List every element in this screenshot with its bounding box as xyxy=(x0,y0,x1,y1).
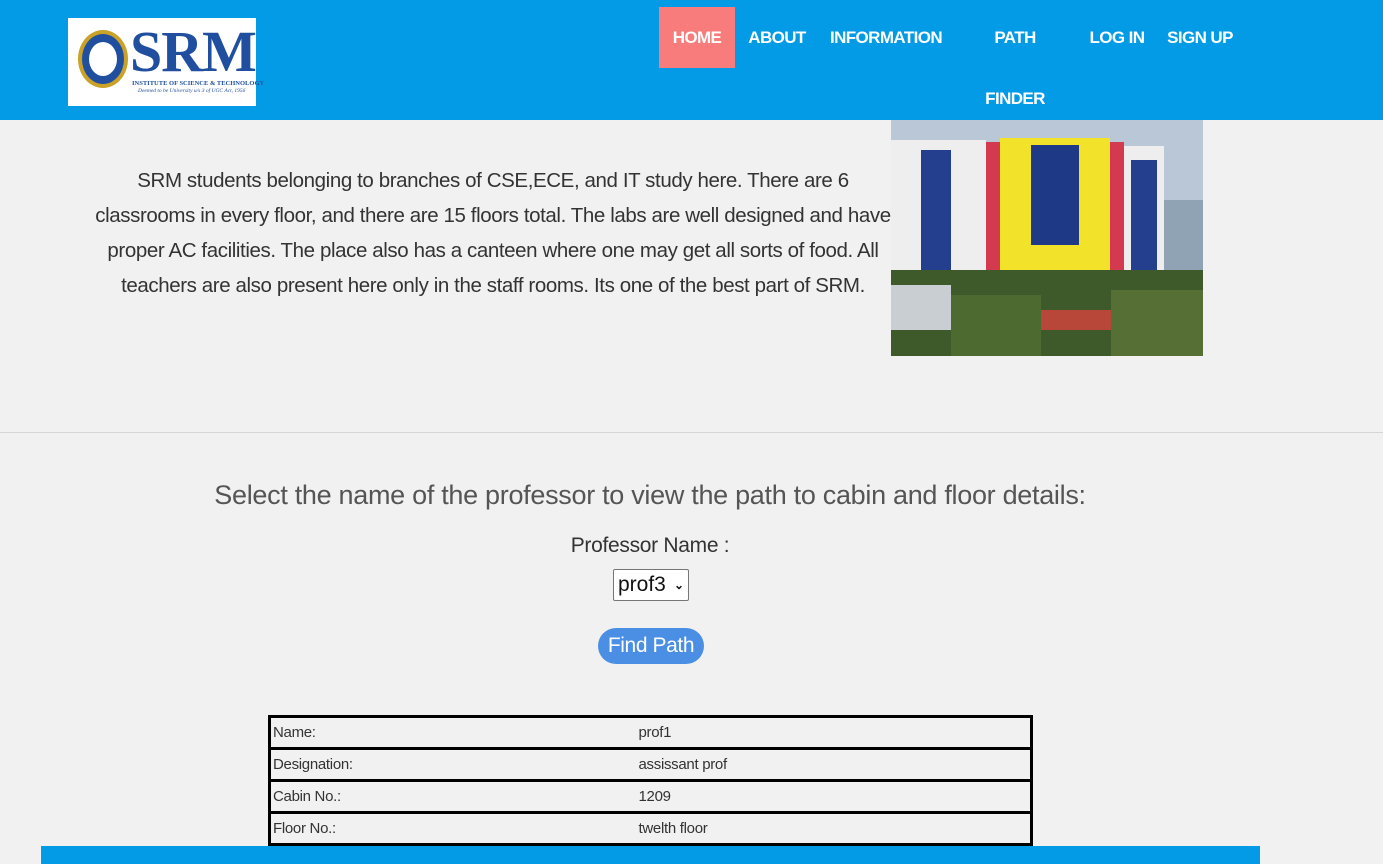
logo-tagline: Deemed to be University u/s 3 of UGC Act… xyxy=(138,88,246,94)
row-label: Designation: xyxy=(268,747,637,782)
logo-subtitle: INSTITUTE OF SCIENCE & TECHNOLOGY xyxy=(132,80,265,87)
row-label: Floor No.: xyxy=(268,811,637,846)
professor-select-value: prof3 xyxy=(618,573,666,596)
nav-sign-up[interactable]: SIGN UP xyxy=(1166,7,1234,68)
row-value: twelth floor xyxy=(636,811,1033,846)
nav-home[interactable]: HOME xyxy=(659,7,735,68)
building-photo xyxy=(891,120,1203,356)
chevron-down-icon: ⌄ xyxy=(673,578,684,592)
row-value: prof1 xyxy=(636,715,1033,750)
university-seal-icon xyxy=(78,30,128,88)
footer-bar xyxy=(41,846,1260,864)
nav-path-finder[interactable]: PATH FINDER xyxy=(963,7,1067,108)
nav-log-in[interactable]: LOG IN xyxy=(1087,7,1147,68)
row-value: assissant prof xyxy=(636,747,1033,782)
table-row: Cabin No.: 1209 xyxy=(268,779,1033,814)
table-row: Floor No.: twelth floor xyxy=(268,811,1033,846)
top-header: SRM INSTITUTE OF SCIENCE & TECHNOLOGY De… xyxy=(0,0,1383,120)
about-description: SRM students belonging to branches of CS… xyxy=(95,169,891,297)
section-divider xyxy=(0,432,1383,433)
professor-name-label: Professor Name : xyxy=(570,534,730,557)
professor-select[interactable]: prof3 ⌄ xyxy=(613,569,689,601)
finder-prompt: Select the name of the professor to view… xyxy=(214,480,1086,510)
nav-information[interactable]: INFORMATION xyxy=(828,7,944,68)
table-row: Name: prof1 xyxy=(268,715,1033,750)
logo-wordmark: SRM xyxy=(130,19,257,84)
find-path-button[interactable]: Find Path xyxy=(598,628,704,664)
srm-logo[interactable]: SRM INSTITUTE OF SCIENCE & TECHNOLOGY De… xyxy=(68,18,264,106)
table-row: Designation: assissant prof xyxy=(268,747,1033,782)
row-label: Cabin No.: xyxy=(268,779,637,814)
nav-about[interactable]: ABOUT xyxy=(744,7,810,68)
row-value: 1209 xyxy=(636,779,1033,814)
professor-details-table: Name: prof1 Designation: assissant prof … xyxy=(268,715,1033,846)
row-label: Name: xyxy=(268,715,637,750)
